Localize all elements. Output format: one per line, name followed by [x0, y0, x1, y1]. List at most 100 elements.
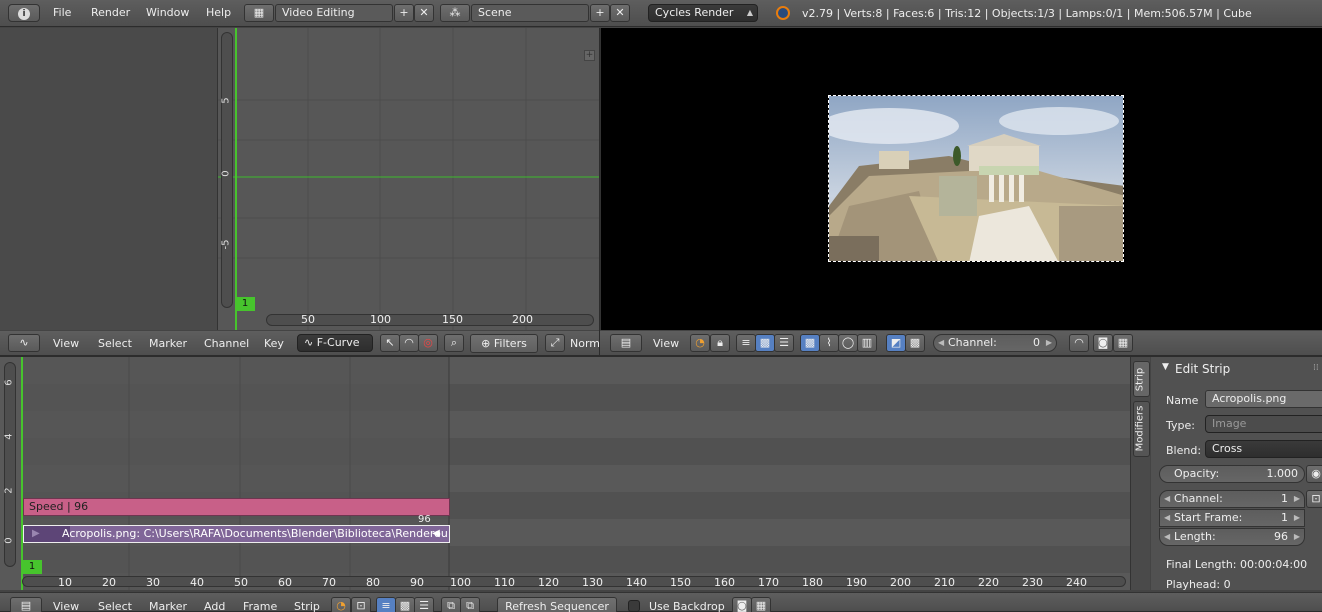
graph-grid — [218, 28, 599, 330]
graph-horizontal-scrollbar[interactable] — [266, 314, 594, 326]
area-divider[interactable] — [599, 28, 600, 356]
transparency-button[interactable]: ▩ — [905, 334, 925, 352]
paste-strips-button[interactable]: ⧉ — [460, 597, 480, 612]
filters-button[interactable]: ⊕ Filters — [470, 334, 538, 353]
copy-strips-button[interactable]: ⧉ — [441, 597, 461, 612]
preview-view-button[interactable]: ▩ — [395, 597, 415, 612]
strip-name-field[interactable]: Acropolis.png — [1205, 390, 1322, 408]
menu-view[interactable]: View — [653, 337, 679, 350]
menu-select[interactable]: Select — [98, 337, 132, 350]
strip-handle-right-arrow-icon[interactable]: ◀ — [426, 526, 446, 542]
ghost-toggle-button[interactable]: ◠ — [1069, 334, 1089, 352]
lock-button[interactable]: 🔒︎ — [710, 334, 730, 352]
only-selected-button[interactable]: ↖ — [380, 334, 400, 352]
backdrop-toggle-button[interactable]: ◩ — [886, 334, 906, 352]
checker-button[interactable]: ▩ — [755, 334, 775, 352]
opacity-field[interactable]: Opacity: 1.000 — [1159, 465, 1305, 483]
lock-button[interactable]: ⊡ — [351, 597, 371, 612]
properties-tab-strip: Strip Modifiers — [1130, 357, 1150, 590]
render-still-button[interactable]: ◙ — [1093, 334, 1113, 352]
remove-layout-button[interactable]: ✕ — [414, 4, 434, 22]
overlay-button[interactable]: ☰ — [774, 334, 794, 352]
blend-dropdown[interactable]: Cross — [1205, 440, 1322, 458]
editor-type-sequencer-button[interactable]: ▤ — [10, 597, 42, 612]
sequencer-vertical-scrollbar[interactable] — [4, 362, 16, 567]
menu-marker[interactable]: Marker — [149, 337, 187, 350]
paste-icon: ⧉ — [466, 599, 474, 612]
editor-type-graph-button[interactable]: ∿ — [8, 334, 40, 352]
refresh-sequencer-label: Refresh Sequencer — [505, 600, 609, 612]
view-image-button[interactable]: ▩ — [800, 334, 820, 352]
editor-type-info-button[interactable]: i — [8, 4, 40, 22]
menu-view[interactable]: View — [53, 600, 79, 612]
vectorscope-button[interactable]: ◯ — [838, 334, 858, 352]
tab-modifiers[interactable]: Modifiers — [1133, 401, 1150, 457]
sequencer-view-button[interactable]: ≡ — [376, 597, 396, 612]
speed-effect-strip[interactable]: Speed | 96 — [23, 498, 450, 516]
collapse-triangle-icon[interactable]: ▼ — [1162, 362, 1169, 372]
add-scene-button[interactable]: + — [590, 4, 610, 22]
length-field[interactable]: ◀ Length: 96 ▶ — [1159, 528, 1305, 546]
only-errors-button[interactable]: ◎ — [418, 334, 438, 352]
menu-file[interactable]: File — [53, 6, 71, 19]
menu-strip[interactable]: Strip — [294, 600, 320, 612]
waveform-button[interactable]: ⌇ — [819, 334, 839, 352]
render-still-button[interactable]: ◙ — [732, 597, 752, 612]
scene-selector[interactable]: ⁂ — [440, 4, 470, 22]
editor-type-sequencer-button[interactable]: ▤ — [610, 334, 642, 352]
remove-scene-button[interactable]: ✕ — [610, 4, 630, 22]
sequencer-current-frame-marker[interactable]: 1 — [22, 560, 42, 574]
menu-frame[interactable]: Frame — [243, 600, 277, 612]
histogram-button[interactable]: ▥ — [857, 334, 877, 352]
current-frame-marker[interactable]: 1 — [235, 297, 255, 311]
area-divider[interactable] — [0, 356, 1322, 357]
lock-strip-button[interactable]: ⊡ — [1306, 490, 1322, 508]
seq-x-tick: 220 — [978, 576, 999, 589]
channel-field[interactable]: ◀ Channel: 1 ▶ — [1159, 490, 1305, 508]
menu-key[interactable]: Key — [264, 337, 284, 350]
sequencer-preview-region[interactable] — [600, 28, 1322, 330]
tab-strip[interactable]: Strip — [1133, 361, 1150, 397]
use-backdrop-label[interactable]: Use Backdrop — [649, 600, 725, 612]
normalize-label[interactable]: Norm — [570, 337, 600, 350]
scopes-button[interactable]: ◔ — [690, 334, 710, 352]
preview-channel-field[interactable]: ◀ Channel: 0 ▶ — [933, 334, 1057, 352]
menu-view[interactable]: View — [53, 337, 79, 350]
render-animation-button[interactable]: ▦ — [1113, 334, 1133, 352]
panel-title[interactable]: Edit Strip — [1175, 362, 1230, 376]
opacity-keyframe-button[interactable]: ◉ — [1306, 465, 1322, 483]
region-expand-plus-icon[interactable]: + — [584, 50, 595, 61]
graph-mode-dropdown[interactable]: ∿ F-Curve — [297, 334, 373, 352]
scopes-button[interactable]: ◔ — [331, 597, 351, 612]
image-strip[interactable]: ▶ Acropolis.png: C:\Users\RAFA\Documents… — [23, 525, 450, 543]
use-backdrop-checkbox[interactable] — [628, 600, 640, 612]
menu-help[interactable]: Help — [206, 6, 231, 19]
add-layout-button[interactable]: + — [394, 4, 414, 22]
render-animation-button[interactable]: ▦ — [751, 597, 771, 612]
refresh-sequencer-button[interactable]: Refresh Sequencer — [497, 597, 617, 612]
menu-window[interactable]: Window — [146, 6, 189, 19]
menu-select[interactable]: Select — [98, 600, 132, 612]
layout-grid-icon: ▦ — [253, 6, 265, 19]
scene-field[interactable]: Scene — [471, 4, 589, 22]
menu-channel[interactable]: Channel — [204, 337, 249, 350]
screen-layout-field[interactable]: Video Editing — [275, 4, 393, 22]
drag-handle-icon[interactable]: ⁞⁞ — [1313, 363, 1319, 373]
normalize-toggle-icon[interactable]: ⤢ — [545, 334, 565, 352]
opacity-value: 1.000 — [1266, 467, 1299, 480]
sequencer-main-region[interactable]: 6 4 2 0 Speed | 96 96 ▶ Acropolis.png: C… — [0, 357, 1130, 590]
split-view-button[interactable]: ☰ — [414, 597, 434, 612]
search-filter-button[interactable]: ⌕ — [444, 334, 464, 352]
type-dropdown[interactable]: Image — [1205, 415, 1322, 433]
screen-layout-selector[interactable]: ▦ — [244, 4, 274, 22]
menu-render[interactable]: Render — [91, 6, 130, 19]
start-frame-field[interactable]: ◀ Start Frame: 1 ▶ — [1159, 509, 1305, 527]
clapper-icon: ▦ — [1117, 336, 1129, 349]
seq-x-tick: 90 — [410, 576, 424, 589]
show-hidden-button[interactable]: ◠ — [399, 334, 419, 352]
render-engine-dropdown[interactable]: Cycles Render ▲ — [648, 4, 758, 22]
graph-editor-main-region[interactable]: 5 0 -5 1 50 100 150 200 + — [218, 28, 599, 330]
menu-marker[interactable]: Marker — [149, 600, 187, 612]
display-channels-button[interactable]: ≡ — [736, 334, 756, 352]
menu-add[interactable]: Add — [204, 600, 225, 612]
